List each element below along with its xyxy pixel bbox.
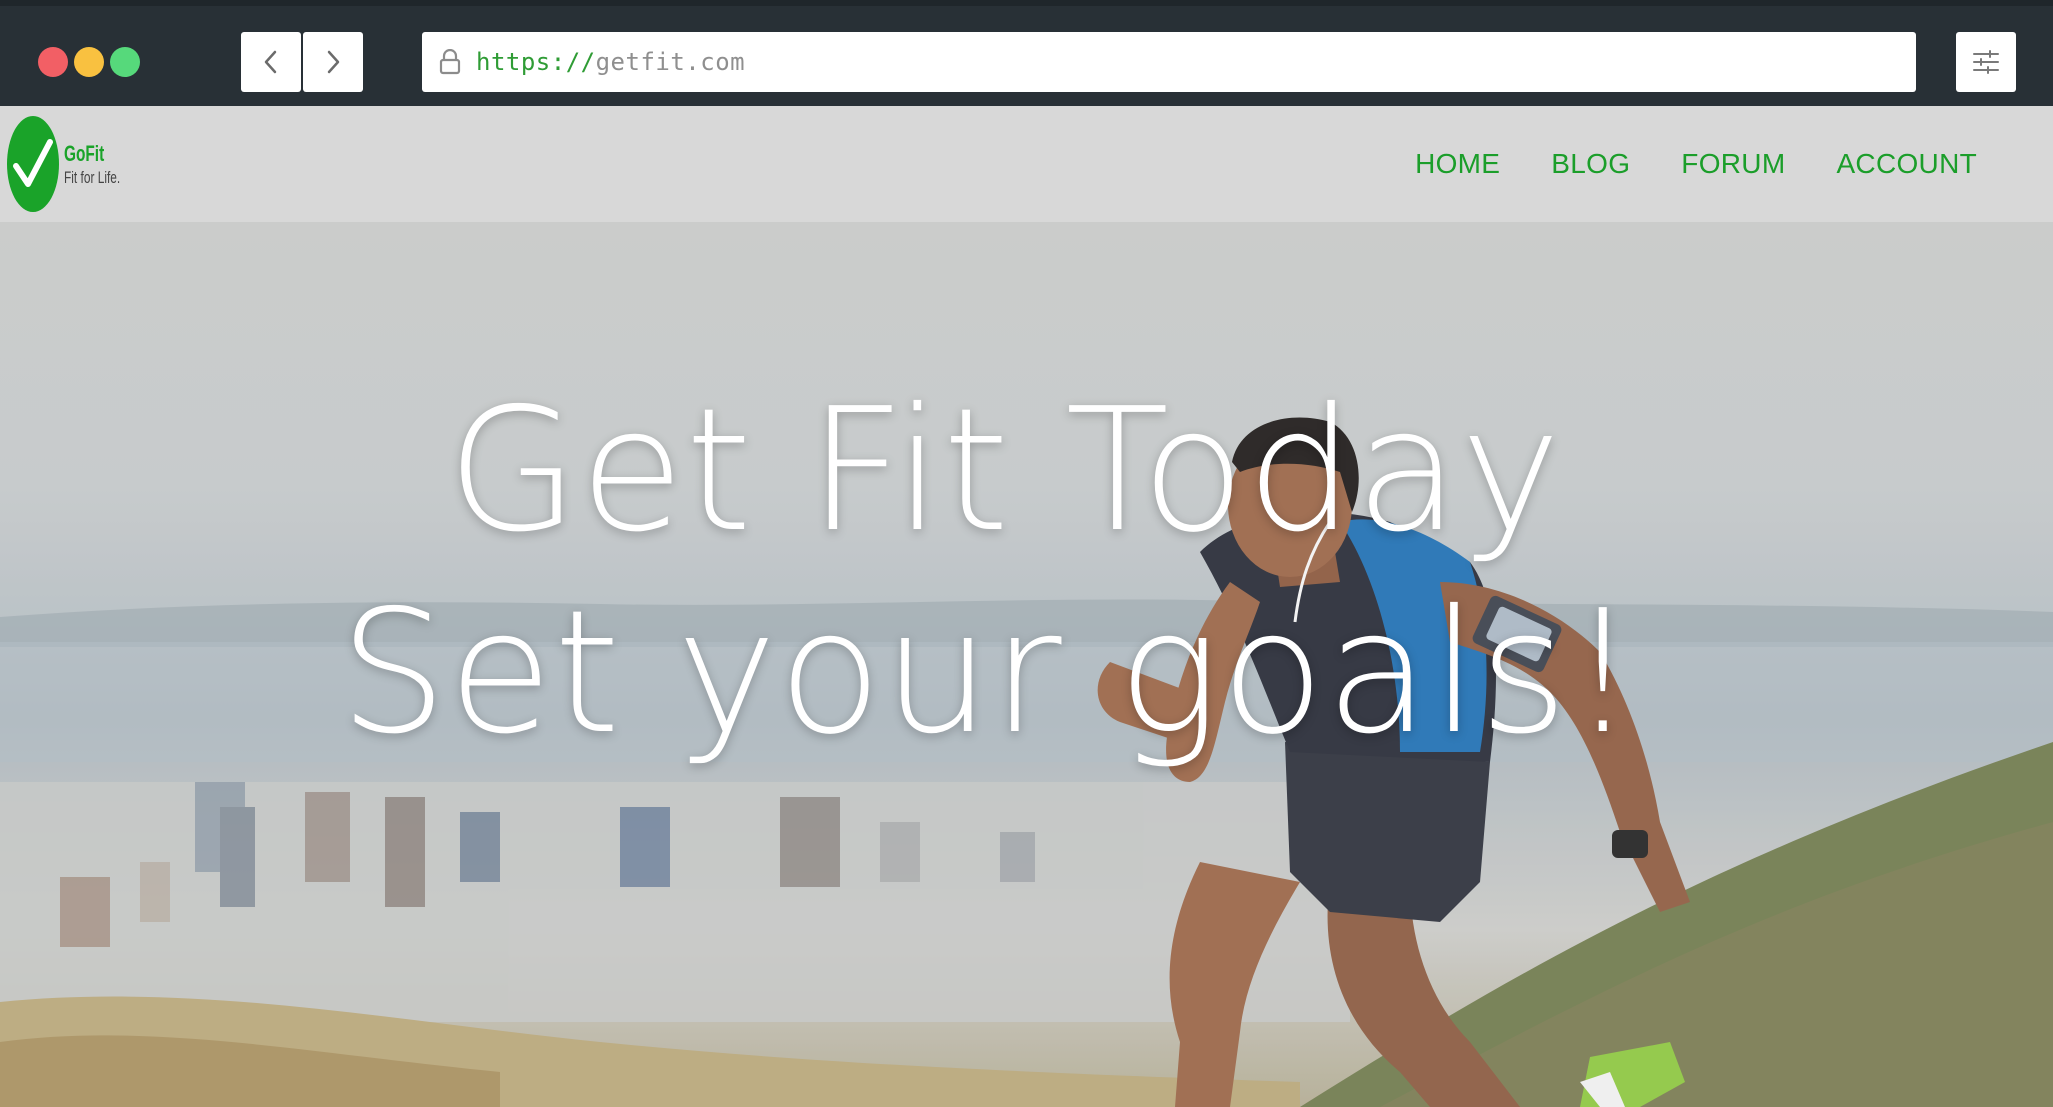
- site-logo[interactable]: GoFit Fit for Life.: [6, 112, 144, 216]
- site-header: GoFit Fit for Life. HOME BLOG FORUM ACCO…: [0, 106, 2053, 222]
- chevron-left-icon: [264, 50, 277, 74]
- logo-name: GoFit: [64, 140, 105, 166]
- url-scheme: https://: [476, 48, 596, 76]
- browser-chrome: https://getfit.com: [0, 0, 2053, 106]
- checkmark-icon: [7, 116, 59, 212]
- nav-account-link[interactable]: ACCOUNT: [1836, 148, 1977, 180]
- hero-section: Get Fit Today Set your goals!: [0, 222, 2053, 1107]
- nav-blog-link[interactable]: BLOG: [1551, 148, 1630, 180]
- nav-forum-link[interactable]: FORUM: [1681, 148, 1785, 180]
- minimize-window-button[interactable]: [74, 47, 104, 77]
- chevron-right-icon: [327, 50, 340, 74]
- hero-headline-line2: Set your goals!: [339, 574, 1638, 772]
- hero-headline-line1: Get Fit Today: [446, 372, 1562, 570]
- logo-tagline: Fit for Life.: [64, 167, 121, 187]
- logo-text: GoFit Fit for Life.: [64, 140, 144, 187]
- lock-icon: [436, 47, 464, 77]
- address-bar[interactable]: https://getfit.com: [422, 32, 1916, 92]
- main-nav: HOME BLOG FORUM ACCOUNT: [1364, 106, 1977, 222]
- back-button[interactable]: [241, 32, 301, 92]
- sliders-icon: [1973, 50, 1999, 74]
- url-text: https://getfit.com: [476, 48, 745, 76]
- nav-home-link[interactable]: HOME: [1415, 148, 1500, 180]
- settings-button[interactable]: [1956, 32, 2016, 92]
- forward-button[interactable]: [303, 32, 363, 92]
- maximize-window-button[interactable]: [110, 47, 140, 77]
- url-host: getfit.com: [595, 48, 746, 76]
- close-window-button[interactable]: [38, 47, 68, 77]
